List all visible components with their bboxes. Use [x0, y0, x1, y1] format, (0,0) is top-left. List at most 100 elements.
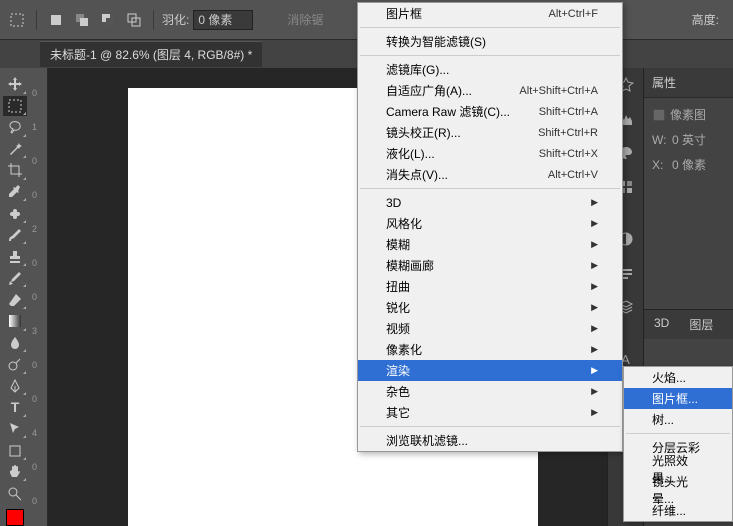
filter-menu-item-18[interactable]: 像素化 ▶: [358, 339, 622, 360]
width-value: 0 英寸: [672, 131, 706, 148]
heal-tool[interactable]: [3, 203, 27, 224]
filter-menu-item-0[interactable]: 图片框Alt+Ctrl+F: [358, 3, 622, 24]
tab-layers[interactable]: 图层: [679, 310, 723, 339]
menu-item-label: 转换为智能滤镜(S): [386, 33, 486, 50]
render-submenu: 火焰...图片框...树...分层云彩光照效果...镜头光晕...纤维...: [623, 366, 733, 522]
menu-item-label: 3D: [386, 196, 401, 210]
crop-tool[interactable]: [3, 160, 27, 181]
filter-menu-item-8[interactable]: 液化(L)...Shift+Ctrl+X: [358, 143, 622, 164]
brush-tool[interactable]: [3, 225, 27, 246]
marquee-tool[interactable]: [3, 96, 27, 117]
move-tool[interactable]: [3, 74, 27, 95]
render-submenu-item-0[interactable]: 火焰...: [624, 367, 732, 388]
tool-palette: T: [0, 68, 30, 526]
x-value: 0 像素: [672, 156, 706, 173]
render-submenu-item-2[interactable]: 树...: [624, 409, 732, 430]
feather-input[interactable]: [193, 10, 253, 30]
filter-menu-item-5[interactable]: 自适应广角(A)... Alt+Shift+Ctrl+A: [358, 80, 622, 101]
submenu-arrow-icon: ▶: [591, 323, 598, 334]
blur-tool[interactable]: [3, 333, 27, 354]
menu-item-label: 消失点(V)...: [386, 166, 448, 183]
menu-shortcut: Shift+Ctrl+R: [538, 127, 598, 139]
menu-item-label: 模糊: [386, 236, 410, 253]
feather-label: 羽化:: [162, 11, 189, 28]
menu-item-label: 纤维...: [652, 502, 686, 519]
menu-item-label: 自适应广角(A)...: [386, 82, 472, 99]
selection-add-icon[interactable]: [71, 9, 93, 31]
submenu-arrow-icon: ▶: [591, 344, 598, 355]
eyedropper-tool[interactable]: [3, 182, 27, 203]
dodge-tool[interactable]: [3, 354, 27, 375]
filter-menu-item-14[interactable]: 模糊画廊 ▶: [358, 255, 622, 276]
render-submenu-item-6[interactable]: 镜头光晕...: [624, 479, 732, 500]
submenu-arrow-icon: ▶: [591, 218, 598, 229]
selection-subtract-icon[interactable]: [97, 9, 119, 31]
type-tool[interactable]: T: [3, 397, 27, 418]
render-submenu-item-1[interactable]: 图片框...: [624, 388, 732, 409]
stamp-tool[interactable]: [3, 246, 27, 267]
lasso-tool[interactable]: [3, 117, 27, 138]
filter-menu-item-21[interactable]: 其它 ▶: [358, 402, 622, 423]
pen-tool[interactable]: [3, 376, 27, 397]
pixel-layer-label: 像素图: [670, 106, 706, 123]
filter-menu-item-15[interactable]: 扭曲▶: [358, 276, 622, 297]
menu-shortcut: Alt+Ctrl+V: [548, 169, 598, 181]
filter-menu-item-4[interactable]: 滤镜库(G)...: [358, 59, 622, 80]
submenu-arrow-icon: ▶: [591, 281, 598, 292]
zoom-tool[interactable]: [3, 483, 27, 504]
menu-shortcut: Shift+Ctrl+A: [539, 106, 598, 118]
submenu-arrow-icon: ▶: [591, 407, 598, 418]
menu-item-label: 风格化: [386, 215, 422, 232]
filter-menu-item-6[interactable]: Camera Raw 滤镜(C)... Shift+Ctrl+A: [358, 101, 622, 122]
menu-item-label: 锐化: [386, 299, 410, 316]
document-tab-label: 未标题-1 @ 82.6% (图层 4, RGB/8#) *: [50, 48, 252, 62]
document-tab[interactable]: 未标题-1 @ 82.6% (图层 4, RGB/8#) *: [40, 41, 262, 67]
x-label: X:: [652, 158, 668, 172]
menu-item-label: 滤镜库(G)...: [386, 61, 449, 78]
menu-item-label: 其它: [386, 404, 410, 421]
tab-3d[interactable]: 3D: [644, 310, 679, 339]
filter-menu-item-19[interactable]: 渲染 ▶: [358, 360, 622, 381]
submenu-arrow-icon: ▶: [591, 365, 598, 376]
eraser-tool[interactable]: [3, 289, 27, 310]
shape-tool[interactable]: [3, 440, 27, 461]
history-brush-tool[interactable]: [3, 268, 27, 289]
tool-preset-icon[interactable]: [6, 9, 28, 31]
submenu-arrow-icon: ▶: [591, 239, 598, 250]
filter-menu-item-13[interactable]: 模糊 ▶: [358, 234, 622, 255]
menu-item-label: 视频: [386, 320, 410, 337]
foreground-color[interactable]: [6, 509, 24, 526]
filter-menu-item-17[interactable]: 视频 ▶: [358, 318, 622, 339]
submenu-arrow-icon: ▶: [591, 260, 598, 271]
filter-menu-item-7[interactable]: 镜头校正(R)...Shift+Ctrl+R: [358, 122, 622, 143]
wand-tool[interactable]: [3, 139, 27, 160]
filter-menu-item-16[interactable]: 锐化 ▶: [358, 297, 622, 318]
antialias-label: 消除锯: [287, 11, 323, 28]
filter-menu-item-9[interactable]: 消失点(V)... Alt+Ctrl+V: [358, 164, 622, 185]
filter-menu-item-23[interactable]: 浏览联机滤镜...: [358, 430, 622, 451]
submenu-arrow-icon: ▶: [591, 302, 598, 313]
menu-item-label: 渲染: [386, 362, 410, 379]
filter-menu-item-2[interactable]: 转换为智能滤镜(S): [358, 31, 622, 52]
menu-item-label: 火焰...: [652, 369, 686, 386]
menu-item-label: Camera Raw 滤镜(C)...: [386, 103, 510, 120]
menu-item-label: 图片框...: [652, 390, 698, 407]
vertical-ruler: 0100200300400: [30, 68, 48, 526]
path-select-tool[interactable]: [3, 419, 27, 440]
menu-shortcut: Alt+Shift+Ctrl+A: [519, 85, 598, 97]
filter-menu-item-20[interactable]: 杂色▶: [358, 381, 622, 402]
menu-shortcut: Shift+Ctrl+X: [539, 148, 598, 160]
properties-panel-header[interactable]: 属性: [644, 68, 733, 98]
menu-item-label: 浏览联机滤镜...: [386, 432, 468, 449]
selection-intersect-icon[interactable]: [123, 9, 145, 31]
height-label: 高度:: [692, 11, 719, 28]
gradient-tool[interactable]: [3, 311, 27, 332]
render-submenu-item-7[interactable]: 纤维...: [624, 500, 732, 521]
hand-tool[interactable]: [3, 462, 27, 483]
menu-item-label: 模糊画廊: [386, 257, 434, 274]
menu-item-label: 杂色: [386, 383, 410, 400]
filter-menu-item-11[interactable]: 3D▶: [358, 192, 622, 213]
selection-new-icon[interactable]: [45, 9, 67, 31]
menu-item-label: 像素化: [386, 341, 422, 358]
filter-menu-item-12[interactable]: 风格化 ▶: [358, 213, 622, 234]
